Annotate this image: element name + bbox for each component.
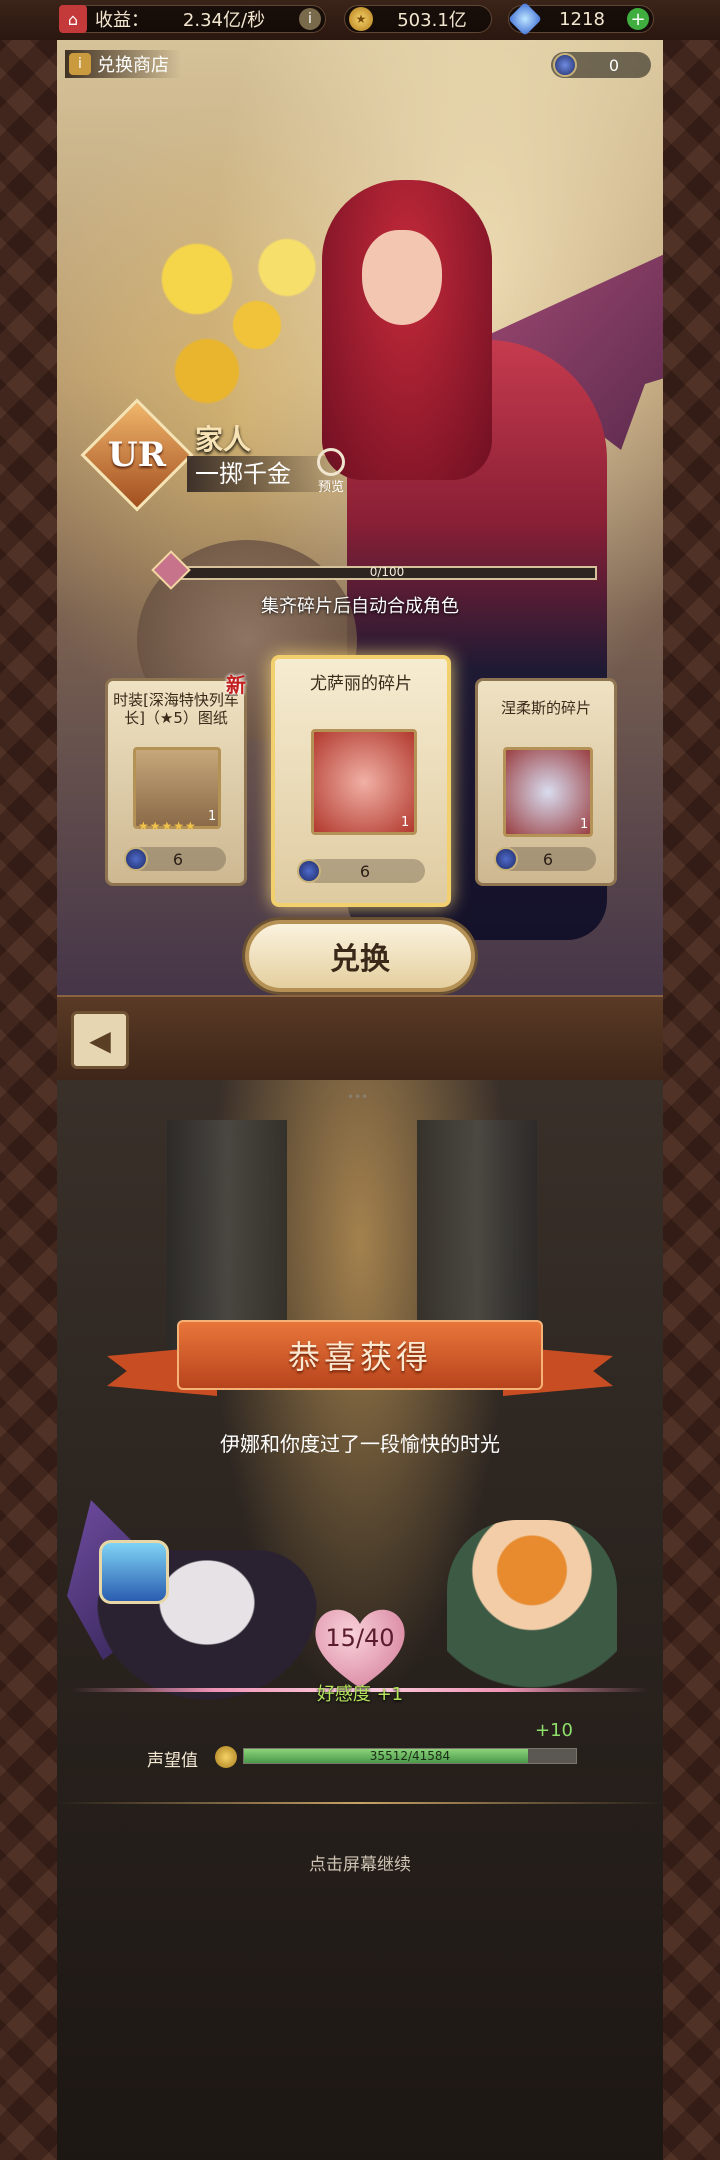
exchange-shop-panel: i 兑换商店 0 UR 家人 一掷千金 预览 0/100 集齐碎片后自动合成角色 bbox=[57, 40, 663, 995]
collect-hint: 集齐碎片后自动合成角色 bbox=[261, 596, 459, 617]
exchange-card-nereus[interactable]: 涅柔斯的碎片 1 6 bbox=[475, 678, 617, 886]
character-name: 家人 bbox=[195, 423, 252, 456]
card-name: 时装[深海特快列车长]（★5）图纸 bbox=[113, 691, 239, 727]
reputation-value: 35512/41584 bbox=[369, 1749, 451, 1763]
shard-progress: 0/100 bbox=[151, 550, 637, 590]
shop-header: i 兑换商店 bbox=[65, 50, 181, 78]
progress-label: 0/100 bbox=[369, 565, 405, 579]
affinity-label: 好感度 bbox=[316, 1684, 371, 1705]
affinity-heart: 15/40 好感度 +1 bbox=[293, 1602, 427, 1712]
card-count: 1 bbox=[580, 817, 589, 832]
divider bbox=[57, 1802, 663, 1804]
preview-button[interactable]: 预览 bbox=[309, 448, 353, 495]
card-name: 涅柔斯的碎片 bbox=[500, 699, 591, 717]
boy-character-illustration bbox=[447, 1520, 617, 1700]
reward-message: 伊娜和你度过了一段愉快的时光 bbox=[220, 1432, 500, 1456]
reputation-label: 声望值 bbox=[147, 1751, 198, 1771]
affinity-row: 好感度 +1 bbox=[293, 1680, 427, 1706]
cost-value: 6 bbox=[359, 861, 371, 881]
card-cost: 6 bbox=[305, 859, 425, 883]
cost-value: 6 bbox=[542, 849, 554, 869]
shop-title: 兑换商店 bbox=[97, 55, 169, 76]
main-column: i 兑换商店 0 UR 家人 一掷千金 预览 0/100 集齐碎片后自动合成角色 bbox=[57, 0, 663, 2160]
shop-currency-chip: 0 bbox=[551, 52, 651, 78]
info-icon[interactable]: i bbox=[69, 53, 91, 75]
shop-currency-value: 0 bbox=[608, 55, 620, 75]
back-button[interactable]: ◀ bbox=[71, 1011, 129, 1069]
star-rating: ★★★★★ bbox=[138, 819, 197, 833]
coin-icon bbox=[297, 859, 321, 883]
reputation-row: 声望值 35512/41584 bbox=[57, 1744, 663, 1771]
handle-dots: ••• bbox=[347, 1090, 369, 1104]
reputation-icon bbox=[215, 1746, 237, 1768]
exchange-button[interactable]: 兑换 bbox=[245, 920, 475, 992]
magnifier-icon bbox=[317, 448, 345, 476]
card-name: 尤萨丽的碎片 bbox=[310, 674, 412, 694]
exchange-card-yusali[interactable]: 尤萨丽的碎片 1 6 bbox=[271, 655, 451, 907]
reward-popup[interactable]: ••• 恭喜获得 伊娜和你度过了一段愉快的时光 15/40 好感度 +1 +10… bbox=[57, 1080, 663, 2160]
character-face-illustration bbox=[362, 230, 442, 325]
cost-value: 6 bbox=[172, 849, 184, 869]
tap-to-continue[interactable]: 点击屏幕继续 bbox=[57, 1850, 663, 1875]
shop-coin-icon bbox=[553, 53, 577, 77]
card-count: 1 bbox=[401, 815, 410, 830]
exchange-card-outfit[interactable]: 时装[深海特快列车长]（★5）图纸 新 ★★★★★ 1 6 bbox=[105, 673, 247, 886]
congrats-banner: 恭喜获得 bbox=[107, 1320, 613, 1396]
affinity-gain: +1 bbox=[376, 1684, 404, 1705]
flower-bouquet-illustration bbox=[137, 210, 337, 440]
coin-icon bbox=[124, 847, 148, 871]
back-arrow-icon: ◀ bbox=[89, 1023, 111, 1057]
ur-rank-label: UR bbox=[108, 435, 166, 475]
potion-icon bbox=[99, 1540, 169, 1604]
affinity-value: 15/40 bbox=[325, 1624, 395, 1652]
bottom-nav-bar: ◀ bbox=[57, 995, 663, 1080]
reputation-gain: +10 bbox=[535, 1720, 573, 1741]
preview-label: 预览 bbox=[317, 480, 344, 495]
banner-title: 恭喜获得 bbox=[177, 1320, 543, 1390]
new-badge: 新 bbox=[226, 673, 246, 697]
card-count: 1 bbox=[208, 809, 217, 824]
coin-icon bbox=[494, 847, 518, 871]
